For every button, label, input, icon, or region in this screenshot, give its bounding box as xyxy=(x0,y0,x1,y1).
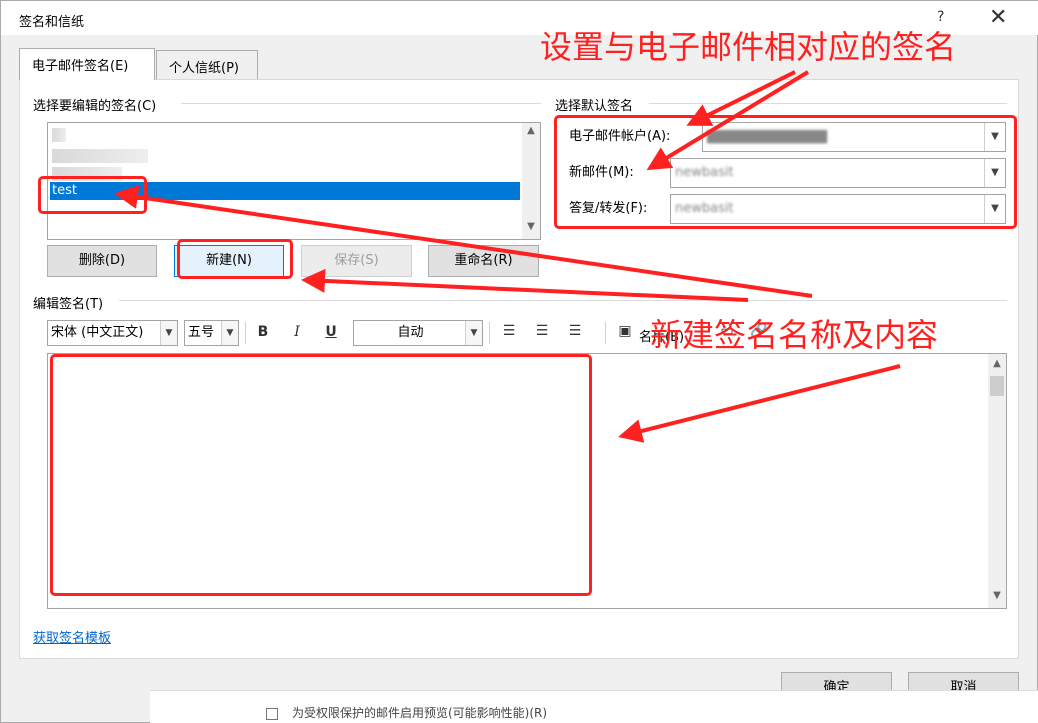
annotation-arrow xyxy=(618,364,901,443)
annotation-arrow xyxy=(686,70,796,126)
annotation-arrow xyxy=(301,268,749,302)
annotation-arrow xyxy=(646,70,810,171)
tab-email-signature[interactable]: 电子邮件签名(E) xyxy=(19,48,155,80)
annotation-arrows xyxy=(114,70,901,443)
annotation-arrow xyxy=(114,185,813,298)
